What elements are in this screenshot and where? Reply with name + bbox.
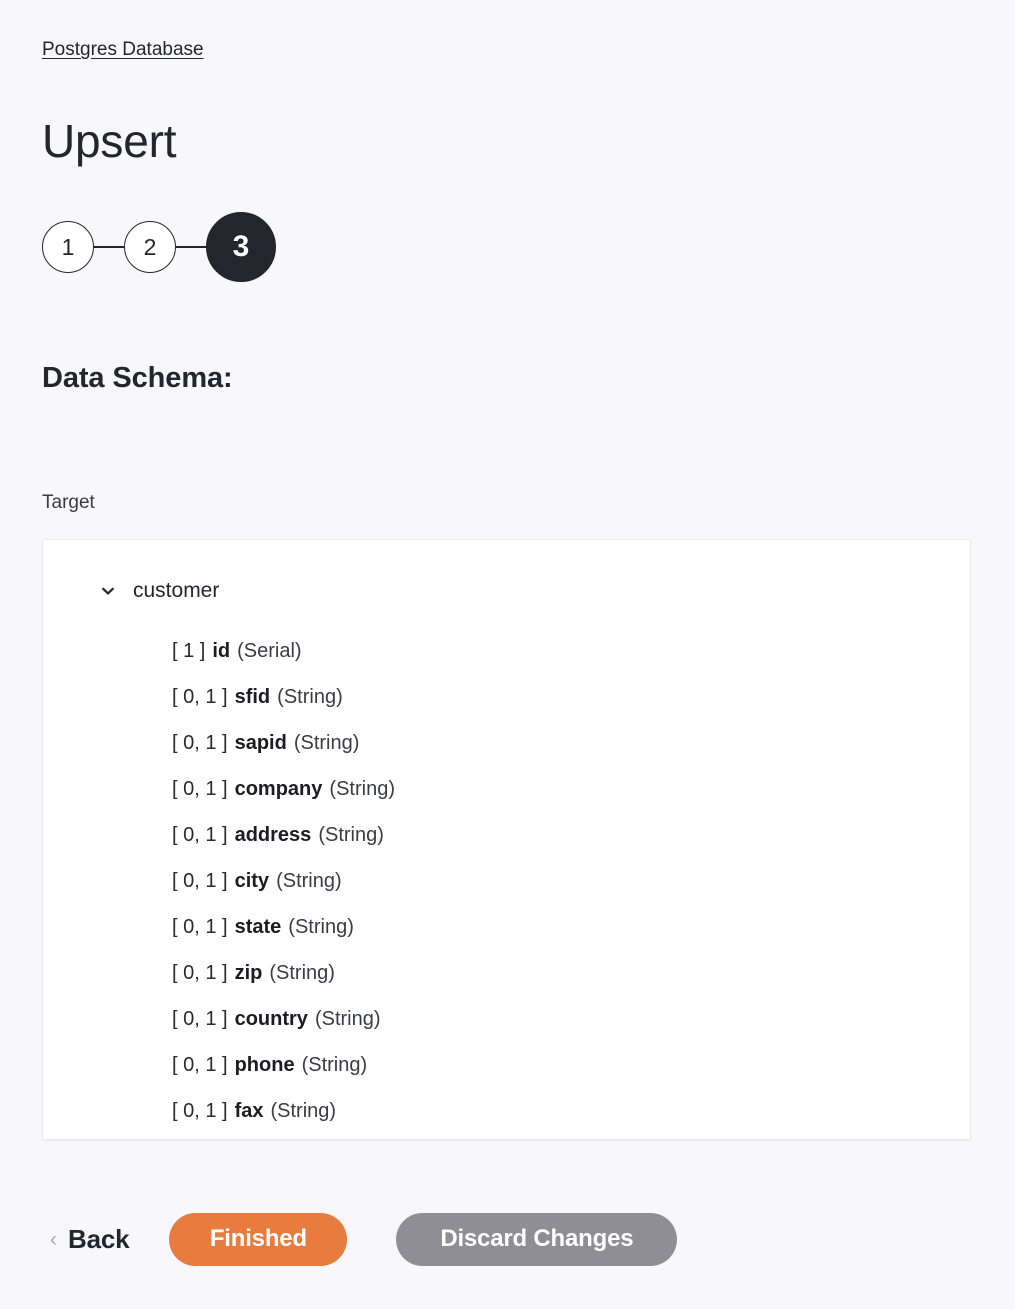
field-cardinality: [ 0, 1 ] [172,962,228,984]
field-name: id [212,640,231,662]
breadcrumb-postgres-database[interactable]: Postgres Database [42,36,204,64]
schema-field-row[interactable]: [ 0, 1 ] sfid (String) [43,674,970,720]
field-cardinality: [ 1 ] [172,640,206,662]
field-cardinality: [ 0, 1 ] [172,1100,228,1122]
wizard-actions: ‹ Back Finished Discard Changes [42,1211,678,1267]
field-name: phone [234,1054,295,1076]
stepper-connector-2 [176,246,206,248]
stepper-step-1[interactable]: 1 [42,221,94,273]
field-cardinality: [ 0, 1 ] [172,1054,228,1076]
stepper-step-2-label: 2 [143,233,157,260]
field-type: (String) [314,1008,381,1030]
stepper-step-2[interactable]: 2 [124,221,176,273]
schema-field-row[interactable]: [ 0, 1 ] city (String) [43,858,970,904]
field-cardinality: [ 0, 1 ] [172,916,228,938]
field-name: address [234,824,312,846]
field-type: (String) [329,778,395,800]
field-type: (String) [293,732,360,754]
field-type: (String) [277,686,343,708]
schema-field-list: [ 1 ] id (Serial) [ 0, 1 ] sfid (String)… [43,606,970,1134]
stepper-step-3[interactable]: 3 [206,212,276,282]
page-title: Upsert [42,115,177,167]
field-type: (String) [301,1054,368,1076]
schema-field-row[interactable]: [ 0, 1 ] state (String) [43,904,970,950]
data-schema-heading: Data Schema: [42,362,233,394]
field-name: sapid [234,732,287,754]
schema-tree: customer [ 1 ] id (Serial) [ 0, 1 ] sfid… [43,540,970,1134]
field-type: (String) [318,824,384,846]
field-type: (String) [288,916,354,938]
field-name: sfid [234,686,271,708]
wizard-stepper: 1 2 3 [42,212,276,282]
field-type: (Serial) [237,640,302,662]
field-cardinality: [ 0, 1 ] [172,732,228,754]
chevron-left-icon: ‹ [50,1227,57,1251]
back-button-label: Back [68,1223,130,1254]
schema-tree-node-label: customer [133,579,220,602]
field-name: country [234,1008,308,1030]
finished-button[interactable]: Finished [169,1212,348,1266]
field-cardinality: [ 0, 1 ] [172,1008,228,1030]
upsert-wizard-page: Postgres Database Upsert 1 2 3 Data Sche… [0,0,1015,1309]
schema-field-row[interactable]: [ 0, 1 ] sapid (String) [43,720,970,766]
stepper-connector-1 [94,246,124,248]
field-cardinality: [ 0, 1 ] [172,778,228,800]
field-name: zip [234,962,263,984]
back-button[interactable]: ‹ Back [50,1223,130,1255]
stepper-step-1-label: 1 [61,233,75,260]
chevron-down-icon[interactable] [99,582,117,600]
schema-field-row[interactable]: [ 0, 1 ] country (String) [43,996,970,1042]
field-cardinality: [ 0, 1 ] [172,686,228,708]
field-name: state [234,916,282,938]
schema-field-row[interactable]: [ 1 ] id (Serial) [43,628,970,674]
discard-changes-button[interactable]: Discard Changes [396,1212,678,1266]
stepper-step-3-label: 3 [232,230,250,263]
schema-field-row[interactable]: [ 0, 1 ] address (String) [43,812,970,858]
field-type: (String) [270,1100,337,1122]
schema-field-row[interactable]: [ 0, 1 ] phone (String) [43,1042,970,1088]
field-name: company [234,778,323,800]
field-type: (String) [276,870,342,892]
schema-field-row[interactable]: [ 0, 1 ] fax (String) [43,1088,970,1134]
field-name: city [234,870,270,892]
field-name: fax [234,1100,264,1122]
schema-tree-node-customer[interactable]: customer [43,576,970,606]
field-cardinality: [ 0, 1 ] [172,870,228,892]
schema-field-row[interactable]: [ 0, 1 ] zip (String) [43,950,970,996]
field-cardinality: [ 0, 1 ] [172,824,228,846]
target-label: Target [42,492,95,513]
schema-field-row[interactable]: [ 0, 1 ] company (String) [43,766,970,812]
schema-tree-panel: customer [ 1 ] id (Serial) [ 0, 1 ] sfid… [42,539,971,1140]
field-type: (String) [269,962,335,984]
